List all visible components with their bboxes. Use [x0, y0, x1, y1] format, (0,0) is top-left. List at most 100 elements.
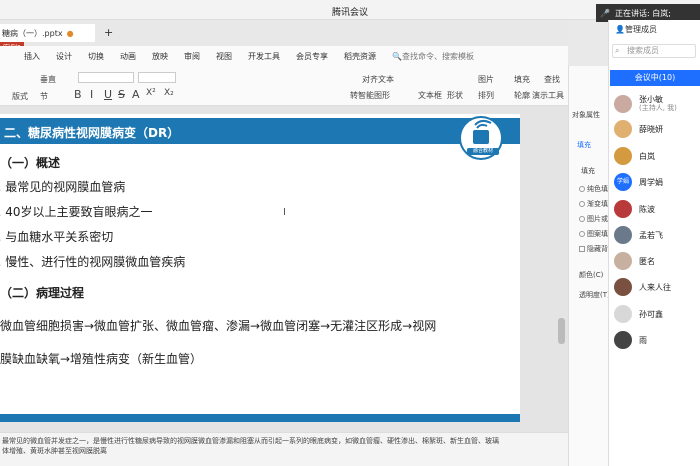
font-size-select[interactable]: [138, 72, 176, 83]
command-search[interactable]: 🔍查找命令、搜索模板: [384, 51, 482, 62]
avatar: [614, 95, 632, 113]
search-icon: ⌕: [615, 46, 620, 55]
color-label: 颜色(C): [579, 271, 604, 279]
outline-button[interactable]: 轮廓: [514, 90, 530, 101]
avatar: [614, 147, 632, 165]
avatar: [614, 278, 632, 296]
underline-button[interactable]: U: [104, 88, 112, 101]
member-name: 雨: [639, 335, 647, 345]
command-search-placeholder: 查找命令、搜索模板: [401, 51, 474, 61]
radio-icon: [579, 186, 585, 192]
text-cursor-icon: I: [283, 207, 286, 218]
document-tab-bar: 糖病（一）.pptx ● +: [0, 20, 568, 46]
notes-line-1: 最常见的微血管并发症之一，是慢性进行性糖尿病导致的视网膜微血管渗漏和阻塞从而引起…: [2, 437, 499, 445]
text-box-button[interactable]: 文本框: [418, 90, 442, 101]
picture-button[interactable]: 图片: [478, 74, 494, 85]
member-item[interactable]: 薛晓妍: [614, 117, 700, 141]
transparency-label: 透明度(T): [579, 291, 610, 299]
slide-line-4: 3. 与血糖水平关系密切: [0, 230, 114, 244]
avatar: [614, 305, 632, 323]
italic-button[interactable]: I: [90, 88, 93, 101]
smart-art-button[interactable]: 转智能图形: [350, 90, 390, 101]
fill-tab[interactable]: 填充: [577, 140, 591, 150]
strikethrough-button[interactable]: S: [118, 88, 125, 101]
menu-insert[interactable]: 插入: [16, 51, 48, 62]
ribbon-toolbar: 垂直 版式 节 B I U S A X² X₂ 对齐文本 转智能图形 文本框 形…: [0, 66, 568, 106]
menu-docer[interactable]: 稻壳资源: [336, 51, 384, 62]
radio-icon: [579, 231, 585, 237]
document-tab-name: 糖病（一）.pptx: [2, 28, 63, 38]
radio-icon: [579, 216, 585, 222]
member-name: 孙可鑫: [639, 309, 663, 319]
member-name: 周学娟: [639, 177, 663, 187]
menu-slideshow[interactable]: 放映: [144, 51, 176, 62]
member-search-input[interactable]: 搜索成员: [612, 44, 696, 58]
radio-icon: [579, 201, 585, 207]
member-name: 孟若飞: [639, 230, 663, 240]
menu-transition[interactable]: 切换: [80, 51, 112, 62]
speaking-text: 正在讲话: 白岚;: [614, 8, 671, 18]
menu-member[interactable]: 会员专享: [288, 51, 336, 62]
subscript-button[interactable]: X₂: [164, 88, 174, 98]
new-tab-button[interactable]: +: [104, 26, 113, 39]
member-name: 白岚: [639, 151, 655, 161]
window-title-bar: 腾讯会议: [0, 0, 700, 20]
object-properties-panel: 对象属性 填充 填充 纯色填充 渐变填充 图片或纹理填充 图案填充 隐藏背景图形…: [568, 66, 636, 466]
menu-review[interactable]: 审阅: [176, 51, 208, 62]
slide[interactable]: 二、糖尿病性视网膜病变（DR） （一）概述 1. 最常见的视网膜血管病 2. 4…: [0, 114, 520, 422]
member-item[interactable]: 学娟 周学娟: [614, 170, 700, 194]
avatar: [614, 226, 632, 244]
member-item[interactable]: 白岚: [614, 144, 700, 168]
checkbox-icon: [579, 246, 585, 252]
in-meeting-tab[interactable]: 会议中(10): [610, 70, 700, 86]
align-text-button[interactable]: 对齐文本: [362, 74, 394, 85]
avatar: [614, 331, 632, 349]
logo-label: 融合教材: [467, 148, 499, 155]
fill-button[interactable]: 填充: [514, 74, 530, 85]
vertical-scrollbar[interactable]: [558, 318, 565, 344]
member-item[interactable]: 孟若飞: [614, 223, 700, 247]
member-item[interactable]: 匿名: [614, 249, 700, 273]
arrange-button[interactable]: 排列: [478, 90, 494, 101]
vertical-button[interactable]: 垂直: [40, 74, 56, 85]
slide-line-2: 1. 最常见的视网膜血管病: [0, 180, 126, 194]
ribbon-menu: 插入 设计 切换 动画 放映 审阅 视图 开发工具 会员专享 稻壳资源 🔍查找命…: [0, 46, 568, 66]
slide-line-1: （一）概述: [0, 156, 61, 170]
superscript-button[interactable]: X²: [146, 88, 156, 98]
member-item[interactable]: 张小敏 (主持人, 我): [614, 92, 700, 116]
manage-members-label: 管理成员: [624, 25, 657, 34]
member-name: 匿名: [639, 256, 655, 266]
presentation-tools-button[interactable]: 演示工具: [532, 90, 564, 101]
member-item[interactable]: 陈波: [614, 197, 700, 221]
document-tab[interactable]: 糖病（一）.pptx ●: [0, 24, 95, 42]
window-title: 腾讯会议: [331, 8, 368, 18]
member-name: 张小敏: [639, 95, 663, 104]
manage-members[interactable]: 👤管理成员: [615, 24, 657, 35]
shape-button[interactable]: 形状: [447, 90, 463, 101]
avatar: [614, 252, 632, 270]
section-button[interactable]: 节: [40, 91, 48, 102]
slide-line-7: 微血管细胞损害→微血管扩张、微血管瘤、渗漏→微血管闭塞→无灌注区形成→视网: [0, 319, 437, 333]
modified-dot-icon: ●: [66, 28, 74, 38]
member-item[interactable]: 雨: [614, 328, 700, 352]
menu-view[interactable]: 视图: [208, 51, 240, 62]
member-item[interactable]: 孙可鑫: [614, 302, 700, 326]
fill-section[interactable]: 填充: [581, 166, 595, 176]
menu-animation[interactable]: 动画: [112, 51, 144, 62]
bold-button[interactable]: B: [74, 88, 82, 101]
textbook-logo: 融合教材: [459, 116, 503, 160]
properties-title: 对象属性: [572, 111, 600, 119]
slide-title: 二、糖尿病性视网膜病变（DR）: [4, 126, 180, 140]
notes-line-2: 体增殖、黄斑水肿甚至视网膜脱离: [2, 447, 107, 455]
search-icon: 🔍: [392, 51, 402, 61]
layout-button[interactable]: 版式: [12, 91, 28, 102]
font-family-select[interactable]: [78, 72, 134, 83]
font-color-button[interactable]: A: [132, 88, 140, 101]
find-button[interactable]: 查找: [544, 74, 560, 85]
member-item[interactable]: 人来人往: [614, 275, 700, 299]
avatar: [614, 120, 632, 138]
slide-line-5: 4. 慢性、进行性的视网膜微血管疾病: [0, 255, 186, 269]
menu-design[interactable]: 设计: [48, 51, 80, 62]
menu-developer[interactable]: 开发工具: [240, 51, 288, 62]
speaker-notes[interactable]: 最常见的微血管并发症之一，是慢性进行性糖尿病导致的视网膜微血管渗漏和阻塞从而引起…: [0, 432, 568, 466]
